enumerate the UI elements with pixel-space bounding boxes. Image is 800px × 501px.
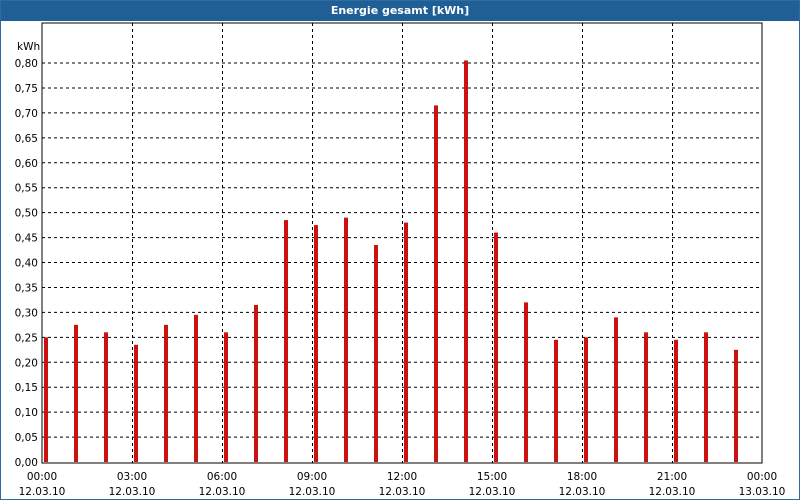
y-tick-label: 0,75 [15,83,38,95]
bar [584,337,588,462]
bar [434,105,438,463]
y-axis-ticks: 0,00 0,05 0,10 0,15 0,20 0,25 0,30 0,35 0,40 0,45… [15,58,38,469]
x-tick-date: 12.03.10 [19,486,66,498]
x-tick-date: 12.03.10 [109,486,156,498]
bar [674,339,678,462]
y-tick-label: 0,35 [15,282,38,294]
x-tick-date: 13.03.10 [739,486,786,498]
y-tick-label: 0,15 [15,382,38,394]
bar [314,225,318,462]
bar [194,314,198,462]
bar [134,344,138,462]
bar [284,220,288,462]
bar [344,217,348,462]
y-tick-label: 0,05 [15,432,38,444]
y-tick-label: 0,20 [15,357,38,369]
bar [524,302,528,462]
y-tick-label: 0,00 [15,457,38,469]
x-tick-date: 12.03.10 [559,486,606,498]
bar [224,332,228,462]
energy-chart: Zähler 1Zähler 2Zähler 3Zähler 4 0,000,0… [15,22,786,498]
x-tick-date: 12.03.10 [649,486,696,498]
bar [104,332,108,462]
x-tick-time: 09:00 [297,471,327,483]
x-tick-date: 12.03.10 [289,486,336,498]
y-tick-label: 0,45 [15,233,38,245]
y-tick-label: 0,55 [15,183,38,195]
bar [704,332,708,462]
bar [614,317,618,462]
y-tick-label: 0,50 [15,208,38,220]
y-tick-label: 0,10 [15,407,38,419]
x-tick-time: 03:00 [117,471,147,483]
x-tick-date: 12.03.10 [199,486,246,498]
x-tick-time: 00:00 [27,471,57,483]
bar [254,304,258,462]
x-tick-time: 06:00 [207,471,237,483]
x-tick-time: 21:00 [657,471,687,483]
y-tick-label: 0,65 [15,133,38,145]
y-tick-label: 0,70 [15,108,38,120]
y-tick-label: 0,30 [15,307,38,319]
bar [734,349,738,462]
chart-window: Energie gesamt [kWh] Zähler 1Zähler 2Zäh… [0,0,800,500]
x-tick-time: 12:00 [387,471,417,483]
y-tick-label: 0,25 [15,332,38,344]
x-tick-time: 00:00 [747,471,777,483]
x-tick-date: 12.03.10 [379,486,426,498]
x-tick-date: 12.03.10 [469,486,516,498]
y-tick-label: 0,80 [15,58,38,70]
y-unit-label: kWh [17,41,40,53]
y-tick-label: 0,40 [15,258,38,270]
x-tick-time: 15:00 [477,471,507,483]
bar [554,339,558,462]
y-tick-label: 0,60 [15,158,38,170]
bar [404,222,408,462]
x-axis-ticks: 00:00 12.03.10 03:00 12.03.10 06:00 12.03.10 0… [19,471,786,498]
bar [374,245,378,462]
x-tick-time: 18:00 [567,471,597,483]
bar [74,324,78,462]
bar [644,332,648,462]
bar [164,324,168,462]
bar [44,337,48,462]
bar [494,232,498,462]
bar [464,60,468,462]
